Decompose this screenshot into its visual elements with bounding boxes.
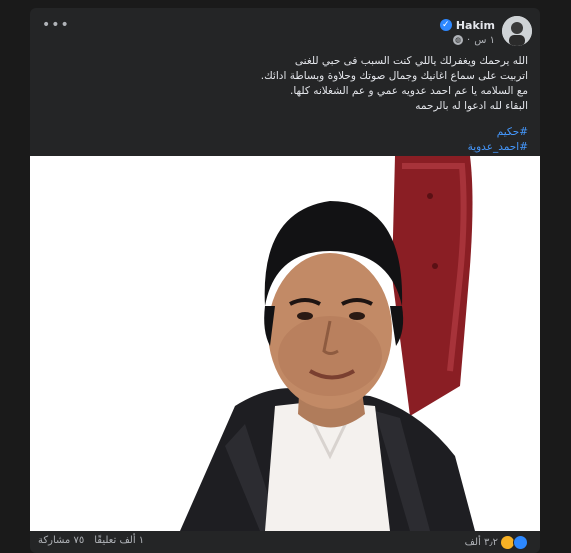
post-time[interactable]: ١ س <box>474 35 495 46</box>
hashtag-link[interactable]: #حكيم <box>42 125 528 140</box>
reactions-summary[interactable]: ٣٫٢ ألف <box>465 535 528 550</box>
author-row: ✓ Hakim <box>439 17 495 33</box>
more-options-icon[interactable]: ••• <box>42 18 69 32</box>
post-line: البقاء لله ادعوا له بالرحمه <box>415 100 528 112</box>
post-line: الله يرحمك ويغفرلك ياللي كنت السبب فى حب… <box>294 55 528 67</box>
separator-dot: · <box>467 34 471 46</box>
hashtag-link[interactable]: #احمد_عدوية <box>42 140 528 155</box>
author-name[interactable]: Hakim <box>456 19 495 32</box>
post-card: ✓ Hakim ◍ · ١ س ••• الله يرحمك ويغفرلك ي… <box>30 8 540 553</box>
post-header: ✓ Hakim ◍ · ١ س ••• <box>30 8 540 48</box>
post-footer: ٣٫٢ ألف ١ ألف تعليقًا ٧٥ مشاركة <box>30 531 540 553</box>
post-line: مع السلامه يا عم احمد عدويه عمي و عم الش… <box>290 85 528 97</box>
globe-icon[interactable]: ◍ <box>453 35 464 45</box>
author-avatar[interactable] <box>502 16 532 46</box>
post-line: اتربيت على سماع اغانيك وجمال صوتك وحلاوة… <box>260 70 528 82</box>
hashtags: #حكيم #احمد_عدوية <box>42 125 528 155</box>
shares-count[interactable]: ٧٥ مشاركة <box>38 535 84 546</box>
verified-badge-icon: ✓ <box>439 19 452 31</box>
comments-count[interactable]: ١ ألف تعليقًا <box>94 535 144 546</box>
post-text: الله يرحمك ويغفرلك ياللي كنت السبب فى حب… <box>42 54 528 114</box>
engagement-counts: ١ ألف تعليقًا ٧٥ مشاركة <box>38 535 144 546</box>
portrait-image <box>30 156 540 531</box>
post-photo[interactable] <box>30 156 540 531</box>
post-meta: ◍ · ١ س <box>453 33 495 47</box>
like-reaction-icon <box>513 535 528 550</box>
avatar-image <box>502 16 532 46</box>
reactions-count[interactable]: ٣٫٢ ألف <box>465 537 498 548</box>
